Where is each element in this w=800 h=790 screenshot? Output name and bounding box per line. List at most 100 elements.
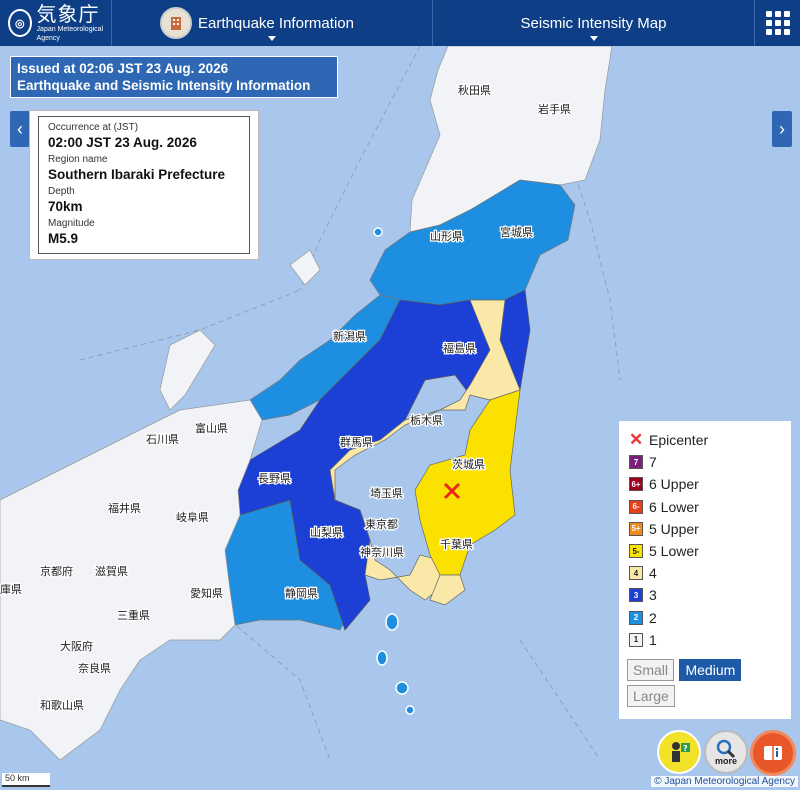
map-size-buttons: Small Medium Large [627, 658, 783, 711]
magnitude-value: M5.9 [48, 231, 79, 246]
legend-item: 44 [627, 562, 783, 584]
pref-ishikawa: 石川県 [146, 433, 179, 446]
issued-title: Earthquake and Seismic Intensity Informa… [17, 78, 311, 93]
grid-menu-icon [765, 11, 790, 35]
depth-value: 70km [48, 199, 83, 214]
legend-item: 5- 5 Lower [627, 540, 783, 562]
earthquake-building-icon [160, 7, 193, 39]
intensity-swatch: 6- [629, 499, 643, 514]
legend-item: 6- 6 Lower [627, 496, 783, 518]
legend-item-label: 6 Upper [649, 476, 699, 493]
legend-item: 6+ 6 Upper [627, 473, 783, 495]
legend-item-label: 1 [649, 631, 657, 648]
legend-item-label: 2 [649, 609, 657, 626]
size-large-button[interactable]: Large [627, 684, 675, 707]
person-question-icon: ? [672, 742, 690, 762]
jma-logo[interactable]: ◎ 気象庁 Japan Meteorological Agency [0, 0, 112, 46]
pref-kyoto: 京都府 [40, 564, 73, 578]
top-header: ◎ 気象庁 Japan Meteorological Agency Earthq… [0, 0, 800, 46]
pref-yamagata: 山形県 [430, 230, 463, 243]
chevron-down-icon [268, 36, 276, 41]
logo-english-text: Japan Meteorological Agency [36, 26, 104, 42]
tab-seismic-intensity-map[interactable]: Seismic Intensity Map [433, 0, 755, 46]
intensity-legend: ✕ Epicenter 7 7 6+ 6 Upper 6- 6 Lower 5+ 5 Uppe… [619, 421, 791, 719]
help-person-button[interactable]: ? [657, 730, 701, 774]
pref-gifu: 岐阜県 [176, 511, 209, 524]
book-info-icon [764, 746, 782, 760]
pref-fukui: 福井県 [108, 501, 141, 515]
svg-text:?: ? [683, 744, 688, 753]
more-search-button[interactable]: more [704, 730, 748, 774]
tab-earthquake-information[interactable]: Earthquake Information [112, 0, 433, 46]
sado-island [289, 249, 321, 286]
epicenter-icon: ✕ [629, 430, 644, 450]
pref-shiga: 滋賀県 [95, 565, 128, 578]
information-book-button[interactable] [750, 730, 796, 776]
legend-item-label: 5 Lower [649, 543, 699, 560]
legend-item-label: 6 Lower [649, 498, 699, 515]
magnitude-label: Magnitude [48, 218, 95, 229]
legend-item: 22 [627, 607, 783, 629]
intensity-swatch: 1 [629, 632, 643, 647]
size-medium-button[interactable]: Medium [679, 658, 742, 681]
pref-chiba: 千葉県 [440, 537, 473, 551]
pref-nagano: 長野県 [258, 472, 291, 485]
legend-item: 5+ 5 Upper [627, 518, 783, 540]
intensity-swatch: 5+ [629, 521, 643, 536]
size-small-button[interactable]: Small [627, 658, 675, 681]
tab-earthquake-label: Earthquake Information [198, 14, 354, 32]
pref-akita: 秋田県 [458, 83, 491, 97]
legend-epicenter-label: Epicenter [649, 432, 709, 449]
pref-saitama: 埼玉県 [370, 486, 403, 500]
legend-item: 11 [627, 629, 783, 651]
pref-niigata: 新潟県 [333, 329, 366, 343]
legend-item: 77 [627, 451, 783, 473]
menu-button[interactable] [755, 0, 800, 46]
pref-shizuoka: 静岡県 [285, 586, 318, 600]
occurrence-label: Occurrence at (JST) [48, 122, 139, 133]
chevron-right-icon: › [779, 118, 785, 139]
jma-emblem-icon: ◎ [8, 9, 32, 37]
pref-yamanashi: 山梨県 [310, 525, 343, 539]
logo-japanese-text: 気象庁 [36, 2, 100, 26]
region-label: Region name [48, 154, 108, 165]
earthquake-info-panel: Occurrence at (JST) 02:00 JST 23 Aug. 20… [29, 110, 259, 260]
pref-tokyo: 東京都 [365, 517, 398, 531]
previous-button[interactable]: ‹ [10, 111, 30, 147]
intensity-swatch: 2 [629, 610, 643, 625]
region-value: Southern Ibaraki Prefecture [48, 167, 226, 182]
pref-ibaraki: 茨城県 [452, 457, 485, 471]
more-label: more [714, 755, 737, 766]
pref-aichi: 愛知県 [190, 586, 223, 600]
intensity-swatch: 6+ [629, 477, 643, 492]
legend-item-label: 5 Upper [649, 520, 699, 537]
depth-label: Depth [48, 186, 75, 197]
tab-map-label: Seismic Intensity Map [520, 14, 667, 32]
pref-iwate: 岩手県 [538, 102, 571, 116]
pref-nara: 奈良県 [78, 661, 111, 675]
legend-item-label: 7 [649, 454, 657, 471]
pref-tochigi: 栃木県 [410, 413, 443, 427]
chevron-down-icon [589, 36, 598, 41]
intensity-swatch: 4 [629, 566, 643, 581]
legend-item-label: 4 [649, 565, 657, 582]
pref-kanagawa: 神奈川県 [360, 545, 404, 559]
intensity-swatch: 5- [629, 544, 643, 559]
legend-item: 33 [627, 584, 783, 606]
pref-osaka: 大阪府 [60, 639, 93, 653]
pref-gunma: 群馬県 [340, 435, 373, 449]
legend-epicenter: ✕ Epicenter [627, 429, 783, 451]
issued-time: Issued at 02:06 JST 23 Aug. 2026 [17, 61, 229, 76]
pref-wakayama: 和歌山県 [40, 698, 84, 712]
copyright-text: © Japan Meteorological Agency [651, 776, 798, 787]
pref-miyagi: 宮城県 [500, 225, 533, 239]
pref-fukushima: 福島県 [443, 341, 476, 355]
pref-hyogo: 庫県 [0, 582, 22, 596]
map-scale-bar: 50 km [2, 773, 50, 787]
next-button[interactable]: › [772, 111, 792, 147]
chevron-left-icon: ‹ [17, 118, 23, 139]
issued-banner: Issued at 02:06 JST 23 Aug. 2026 Earthqu… [10, 56, 338, 98]
intensity-swatch: 7 [629, 455, 643, 470]
pref-mie: 三重県 [117, 608, 150, 622]
pref-toyama: 富山県 [195, 421, 228, 435]
